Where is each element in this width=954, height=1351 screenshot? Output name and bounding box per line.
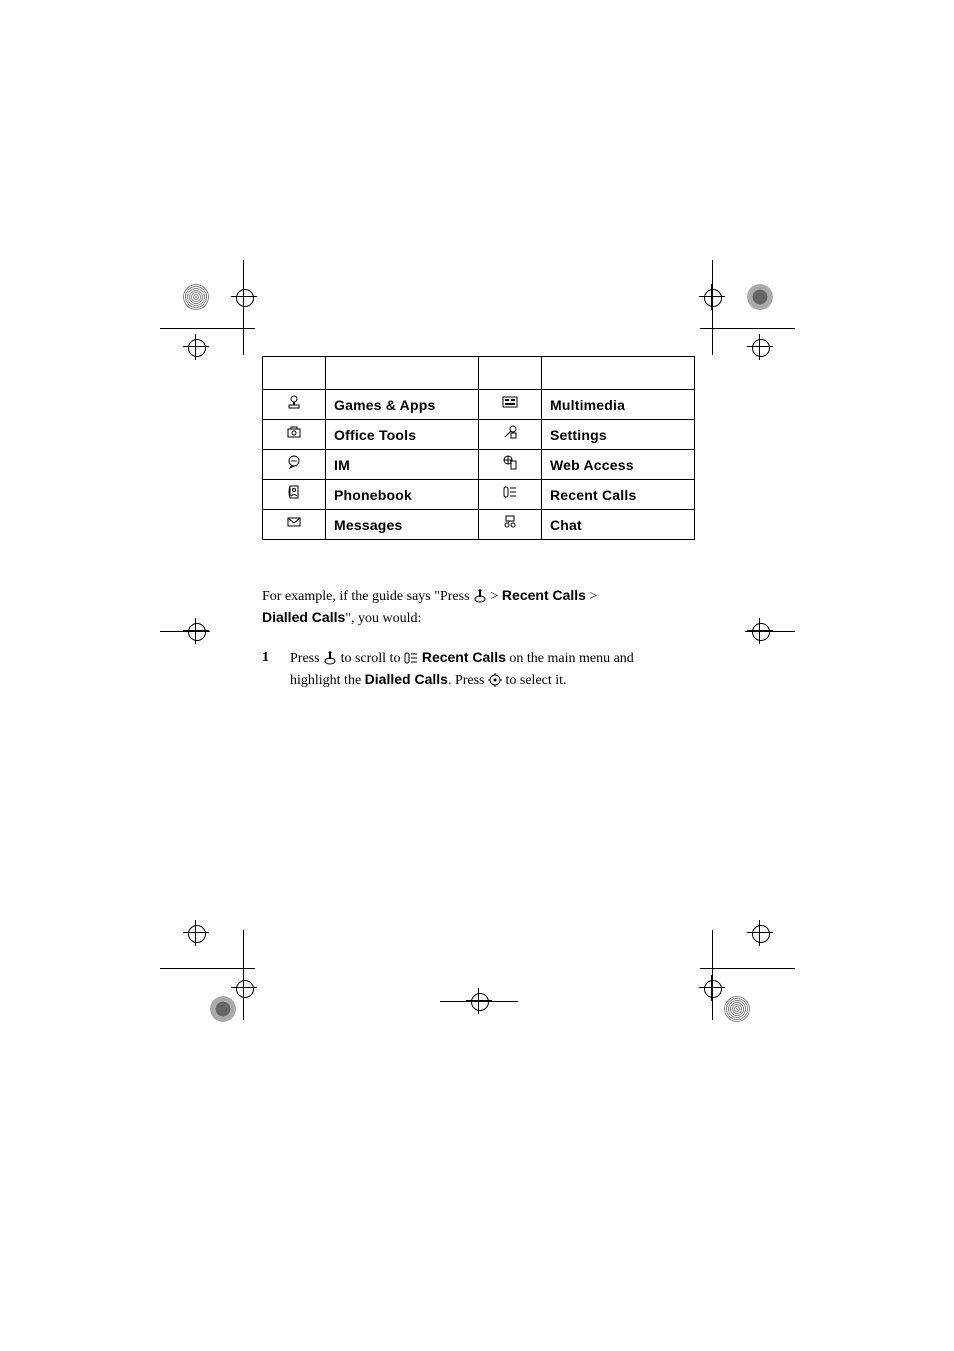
registration-disc <box>210 996 236 1022</box>
center-key-icon <box>488 673 502 687</box>
registration-bar <box>160 631 210 632</box>
table-row: Office Tools Settings <box>263 420 695 450</box>
registration-disc <box>724 996 750 1022</box>
globe-phone-icon <box>502 454 518 470</box>
crosshair-icon <box>699 975 725 1001</box>
crosshair-icon <box>231 975 257 1001</box>
menu-label: Web Access <box>550 457 634 473</box>
menu-label: Games & Apps <box>334 397 435 413</box>
menu-label: Chat <box>550 517 582 533</box>
crosshair-icon <box>231 284 257 310</box>
table-header-row <box>263 357 695 390</box>
people-chat-icon <box>502 514 518 530</box>
envelope-icon <box>286 514 302 530</box>
menu-icon-table: Games & Apps Multimedia Office Tools Set… <box>262 356 695 540</box>
crosshair-icon <box>183 920 209 946</box>
menu-label: Settings <box>550 427 607 443</box>
menu-label: Messages <box>334 517 403 533</box>
menu-label: IM <box>334 457 350 473</box>
menu-label: Multimedia <box>550 397 625 413</box>
crosshair-icon <box>747 334 773 360</box>
registration-bar <box>745 631 795 632</box>
menu-label: Office Tools <box>334 427 416 443</box>
registration-bar <box>700 328 795 329</box>
handset-log-icon <box>502 484 518 500</box>
nav-key-icon <box>323 651 337 665</box>
handset-log-icon <box>404 651 418 665</box>
text: ", you would: <box>345 611 421 626</box>
registration-bar <box>440 1001 518 1002</box>
registration-disc <box>747 284 773 310</box>
text: to select it. <box>502 673 567 688</box>
text: For example, if the guide says "Press <box>262 589 473 604</box>
bold-text: Recent Calls <box>502 587 586 603</box>
bold-text: Recent Calls <box>418 649 506 665</box>
text: > <box>586 589 597 604</box>
registration-bar <box>712 260 713 355</box>
speech-bubble-icon <box>286 454 302 470</box>
registration-bar <box>243 260 244 355</box>
step-number: 1 <box>262 647 290 691</box>
example-paragraph: For example, if the guide says "Press > … <box>262 585 642 629</box>
registration-bar <box>160 968 255 969</box>
multimedia-icon <box>502 394 518 410</box>
text: . Press <box>448 673 488 688</box>
bold-text: Dialled Calls <box>365 671 448 687</box>
crosshair-icon <box>747 920 773 946</box>
registration-disc <box>183 284 209 310</box>
menu-label: Phonebook <box>334 487 412 503</box>
step-1: 1 Press to scroll to Recent Calls on the… <box>262 647 642 691</box>
text: Press <box>290 651 323 666</box>
table-row: Phonebook Recent Calls <box>263 480 695 510</box>
briefcase-icon <box>286 424 302 440</box>
menu-label: Recent Calls <box>550 487 636 503</box>
bold-text: Dialled Calls <box>262 609 345 625</box>
table-row: Games & Apps Multimedia <box>263 390 695 420</box>
text: > <box>487 589 502 604</box>
phonebook-icon <box>286 484 302 500</box>
text: to scroll to <box>337 651 404 666</box>
table-row: IM Web Access <box>263 450 695 480</box>
registration-bar <box>160 328 255 329</box>
tools-icon <box>502 424 518 440</box>
joystick-icon <box>286 394 302 410</box>
crosshair-icon <box>183 334 209 360</box>
body-text: For example, if the guide says "Press > … <box>262 585 642 691</box>
registration-bar <box>700 968 795 969</box>
nav-key-icon <box>473 589 487 603</box>
table-row: Messages Chat <box>263 510 695 540</box>
